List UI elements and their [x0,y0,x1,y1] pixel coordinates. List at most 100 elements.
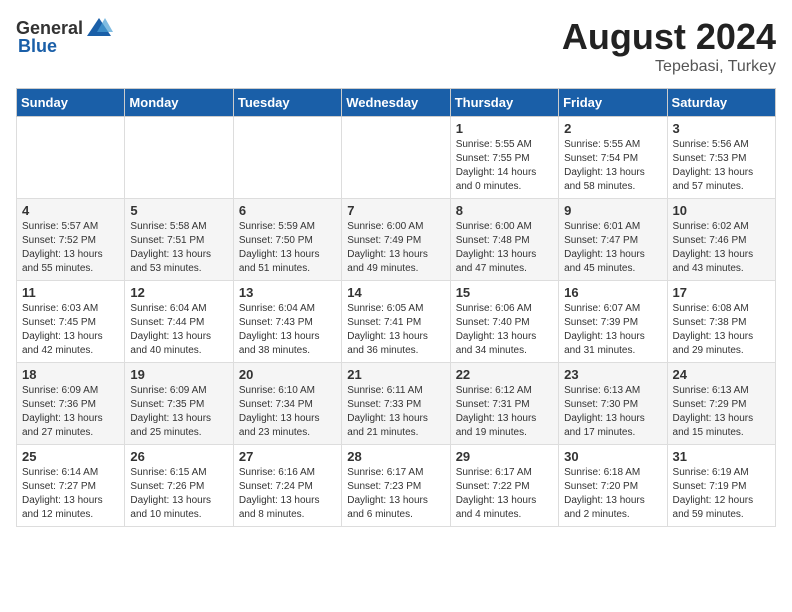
sunset-text: Sunset: 7:53 PM [673,153,747,164]
day-number: 22 [456,367,553,382]
daylight-text: Daylight: 13 hours and 34 minutes. [456,331,537,356]
calendar-table: Sunday Monday Tuesday Wednesday Thursday… [16,88,776,527]
sunset-text: Sunset: 7:46 PM [673,235,747,246]
sunrise-text: Sunrise: 6:03 AM [22,303,98,314]
sunrise-text: Sunrise: 6:01 AM [564,221,640,232]
daylight-text: Daylight: 13 hours and 15 minutes. [673,413,754,438]
day-number: 18 [22,367,119,382]
header-tuesday: Tuesday [233,89,341,117]
sunrise-text: Sunrise: 6:15 AM [130,467,206,478]
daylight-text: Daylight: 13 hours and 8 minutes. [239,495,320,520]
sunrise-text: Sunrise: 6:04 AM [130,303,206,314]
table-cell: 9Sunrise: 6:01 AMSunset: 7:47 PMDaylight… [559,199,667,281]
day-number: 21 [347,367,444,382]
day-number: 8 [456,203,553,218]
daylight-text: Daylight: 13 hours and 4 minutes. [456,495,537,520]
daylight-text: Daylight: 13 hours and 43 minutes. [673,249,754,274]
daylight-text: Daylight: 13 hours and 2 minutes. [564,495,645,520]
table-cell: 15 Sunrise: 6:06 AM Sunset: 7:40 PM Dayligh… [450,281,558,363]
day-number: 24 [673,367,770,382]
table-cell: 14Sunrise: 6:05 AMSunset: 7:41 PMDayligh… [342,281,450,363]
sunset-text: Sunset: 7:51 PM [130,235,204,246]
header-monday: Monday [125,89,233,117]
table-cell: 13Sunrise: 6:04 AMSunset: 7:43 PMDayligh… [233,281,341,363]
daylight-text: Daylight: 13 hours and 45 minutes. [564,249,645,274]
table-cell: 6Sunrise: 5:59 AMSunset: 7:50 PMDaylight… [233,199,341,281]
day-number: 10 [673,203,770,218]
sunset-text: Sunset: 7:22 PM [456,481,530,492]
header: General Blue August 2024 Tepebasi, Turke… [16,16,776,76]
day-number: 27 [239,449,336,464]
daylight-text: Daylight: 12 hours and 59 minutes. [673,495,754,520]
sunset-text: Sunset: 7:48 PM [456,235,530,246]
daylight-text: Daylight: 13 hours and 55 minutes. [22,249,103,274]
table-cell: 10Sunrise: 6:02 AMSunset: 7:46 PMDayligh… [667,199,775,281]
daylight-text: Daylight: 13 hours and 12 minutes. [22,495,103,520]
sunrise-text: Sunrise: 6:19 AM [673,467,749,478]
table-cell: 3Sunrise: 5:56 AMSunset: 7:53 PMDaylight… [667,117,775,199]
cell-detail: Sunrise: 6:06 AM Sunset: 7:40 PM Daylight:… [456,302,553,358]
sunset-text: Sunset: 7:49 PM [347,235,421,246]
day-number: 15 [456,285,553,300]
table-cell [17,117,125,199]
sunset-text: Sunset: 7:31 PM [456,399,530,410]
daylight-text: Daylight: 13 hours and 27 minutes. [22,413,103,438]
day-number: 14 [347,285,444,300]
sunset-text: Sunset: 7:26 PM [130,481,204,492]
sunset-text: Sunset: 7:40 PM [456,317,530,328]
header-sunday: Sunday [17,89,125,117]
week-row-4: 18 Sunrise: 6:09 AM Sunset: 7:36 PM Dayligh… [17,363,776,445]
day-number: 25 [22,449,119,464]
cell-detail: Sunrise: 5:55 AMSunset: 7:54 PMDaylight:… [564,138,661,194]
cell-detail: Sunrise: 6:14 AM Sunset: 7:27 PM Daylight:… [22,466,119,522]
sunrise-text: Sunrise: 6:10 AM [239,385,315,396]
sunset-text: Sunset: 7:19 PM [673,481,747,492]
daylight-text: Daylight: 13 hours and 17 minutes. [564,413,645,438]
table-cell: 17Sunrise: 6:08 AMSunset: 7:38 PMDayligh… [667,281,775,363]
week-row-3: 11Sunrise: 6:03 AMSunset: 7:45 PMDayligh… [17,281,776,363]
daylight-text: Daylight: 13 hours and 29 minutes. [673,331,754,356]
table-cell [342,117,450,199]
day-number: 16 [564,285,661,300]
week-row-1: 1Sunrise: 5:55 AMSunset: 7:55 PMDaylight… [17,117,776,199]
sunset-text: Sunset: 7:45 PM [22,317,96,328]
logo: General Blue [16,16,113,57]
sunrise-text: Sunrise: 6:14 AM [22,467,98,478]
table-cell: 18Sunrise: 6:09 AMSunset: 7:36 PMDayligh… [17,363,125,445]
cell-detail: Sunrise: 5:55 AMSunset: 7:55 PMDaylight:… [456,138,553,194]
week-row-2: 4Sunrise: 5:57 AMSunset: 7:52 PMDaylight… [17,199,776,281]
table-cell: 26Sunrise: 6:15 AMSunset: 7:26 PMDayligh… [125,445,233,527]
cell-detail: Sunrise: 6:10 AMSunset: 7:34 PMDaylight:… [239,384,336,440]
cell-detail: Sunrise: 6:17 AM Sunset: 7:22 PM Daylight:… [456,466,553,522]
sunset-text: Sunset: 7:52 PM [22,235,96,246]
day-number: 9 [564,203,661,218]
sunrise-text: Sunrise: 6:09 AM [130,385,206,396]
sunrise-text: Sunrise: 6:07 AM [564,303,640,314]
sunrise-text: Sunrise: 6:08 AM [673,303,749,314]
logo-text-blue: Blue [16,36,57,57]
day-number: 13 [239,285,336,300]
sunrise-text: Sunrise: 6:06 AM [456,303,532,314]
table-cell: 12Sunrise: 6:04 AMSunset: 7:44 PMDayligh… [125,281,233,363]
table-cell: 29Sunrise: 6:17 AMSunset: 7:22 PMDayligh… [450,445,558,527]
sunset-text: Sunset: 7:35 PM [130,399,204,410]
sunset-text: Sunset: 7:27 PM [22,481,96,492]
sunrise-text: Sunrise: 6:17 AM [347,467,423,478]
daylight-text: Daylight: 13 hours and 57 minutes. [673,167,754,192]
day-number: 19 [130,367,227,382]
cell-detail: Sunrise: 5:56 AMSunset: 7:53 PMDaylight:… [673,138,770,194]
day-number: 4 [22,203,119,218]
day-number: 26 [130,449,227,464]
sunset-text: Sunset: 7:43 PM [239,317,313,328]
sunrise-text: Sunrise: 6:04 AM [239,303,315,314]
sunrise-text: Sunrise: 5:58 AM [130,221,206,232]
table-cell: 23Sunrise: 6:13 AMSunset: 7:30 PMDayligh… [559,363,667,445]
day-number: 5 [130,203,227,218]
sunrise-text: Sunrise: 6:17 AM [456,467,532,478]
sunrise-text: Sunrise: 6:13 AM [673,385,749,396]
daylight-text: Daylight: 13 hours and 23 minutes. [239,413,320,438]
sunset-text: Sunset: 7:44 PM [130,317,204,328]
table-cell: 1Sunrise: 5:55 AMSunset: 7:55 PMDaylight… [450,117,558,199]
cell-detail: Sunrise: 6:11 AMSunset: 7:33 PMDaylight:… [347,384,444,440]
sunset-text: Sunset: 7:36 PM [22,399,96,410]
